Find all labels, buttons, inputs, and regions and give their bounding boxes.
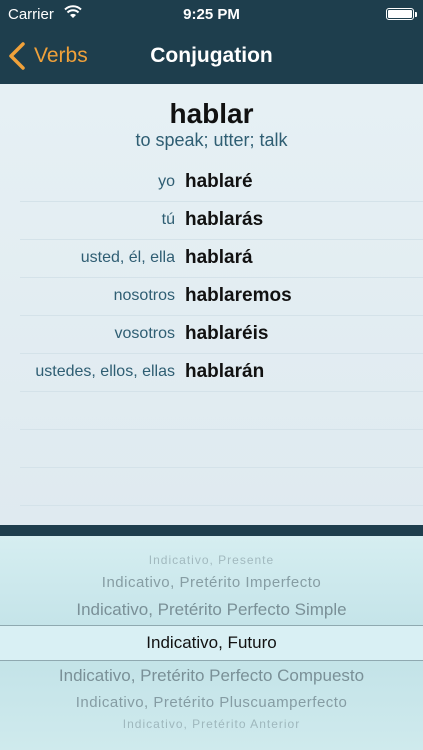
pronoun-label: vosotros bbox=[114, 325, 175, 342]
verb-meaning: to speak; utter; talk bbox=[135, 130, 288, 150]
pronoun-label: yo bbox=[158, 173, 175, 190]
conjugation-row: tú hablarás bbox=[20, 202, 423, 240]
verb-form: hablará bbox=[185, 247, 253, 268]
conjugation-row: usted, él, ella hablará bbox=[20, 240, 423, 278]
verb-form: hablaré bbox=[185, 171, 253, 192]
picker-divider bbox=[0, 525, 423, 536]
conjugation-table: yo hablaré tú hablarás usted, él, ella h… bbox=[20, 164, 423, 506]
conjugation-row: vosotros hablaréis bbox=[20, 316, 423, 354]
clock: 9:25 PM bbox=[183, 6, 240, 23]
picker-option-selected[interactable]: Indicativo, Futuro bbox=[0, 633, 423, 653]
conjugation-row: yo hablaré bbox=[20, 164, 423, 202]
conjugation-row: ustedes, ellos, ellas hablarán bbox=[20, 354, 423, 392]
conjugation-panel: hablar to speak; utter; talk yo hablaré … bbox=[0, 84, 423, 525]
verb-form: hablarás bbox=[185, 209, 264, 230]
pronoun-label: tú bbox=[161, 211, 175, 228]
tense-picker[interactable]: Indicativo, Presente Indicativo, Pretéri… bbox=[0, 536, 423, 750]
top-bar: Carrier 9:25 PM Verbs Conjugation bbox=[0, 0, 423, 84]
pronoun-label: ustedes, ellos, ellas bbox=[35, 363, 175, 380]
empty-row bbox=[20, 468, 423, 506]
picker-option[interactable]: Indicativo, Pretérito Pluscuamperfecto bbox=[0, 694, 423, 711]
picker-option[interactable]: Indicativo, Pretérito Anterior bbox=[0, 717, 423, 731]
battery-icon bbox=[386, 8, 417, 20]
status-bar: Carrier 9:25 PM bbox=[0, 0, 423, 30]
navigation-bar: Verbs Conjugation bbox=[0, 30, 423, 84]
verb-form: hablaréis bbox=[185, 323, 269, 344]
verb-form: hablaremos bbox=[185, 285, 292, 306]
verb-form: hablarán bbox=[185, 361, 265, 382]
empty-row bbox=[20, 392, 423, 430]
conjugation-row: nosotros hablaremos bbox=[20, 278, 423, 316]
empty-row bbox=[20, 430, 423, 468]
picker-option[interactable]: Indicativo, Presente bbox=[0, 553, 423, 567]
verb-infinitive: hablar bbox=[169, 98, 254, 129]
picker-option[interactable]: Indicativo, Pretérito Imperfecto bbox=[0, 574, 423, 591]
page-title: Conjugation bbox=[150, 44, 273, 67]
pronoun-label: nosotros bbox=[113, 287, 175, 304]
pronoun-label: usted, él, ella bbox=[80, 249, 175, 266]
picker-option[interactable]: Indicativo, Pretérito Perfecto Compuesto bbox=[0, 666, 423, 686]
picker-option[interactable]: Indicativo, Pretérito Perfecto Simple bbox=[0, 600, 423, 620]
